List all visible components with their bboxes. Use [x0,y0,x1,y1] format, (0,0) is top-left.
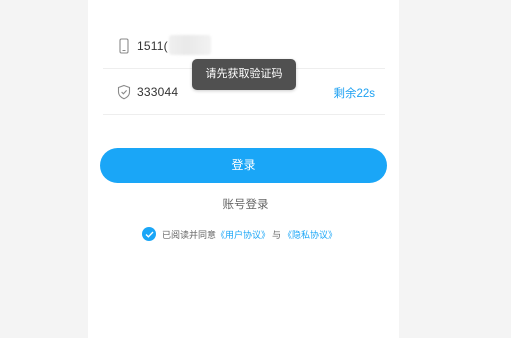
agreement-row: 已阅读并同意 《用户协议》 与 《隐私协议》 [142,226,337,242]
shield-icon [117,84,131,100]
account-login-link-row: 账号登录 [0,196,511,212]
phone-input[interactable]: 1511( [137,39,168,53]
agreement-prefix: 已阅读并同意 [162,229,217,240]
phone-redaction [169,35,211,55]
login-button[interactable]: 登录 [100,148,387,183]
account-login-link[interactable]: 账号登录 [223,196,269,212]
privacy-agreement-link[interactable]: 《隐私协议》 [283,228,337,241]
toast-message: 请先获取验证码 [192,59,296,90]
user-agreement-link[interactable]: 《用户协议》 [216,228,270,241]
agreement-conjunction: 与 [272,229,282,240]
verification-code-input[interactable]: 333044 [137,85,178,99]
checkmark-icon [145,231,154,238]
divider [103,114,385,115]
phone-icon [117,38,131,54]
resend-countdown: 剩余22s [333,88,375,100]
agreement-checkbox[interactable] [142,227,156,241]
